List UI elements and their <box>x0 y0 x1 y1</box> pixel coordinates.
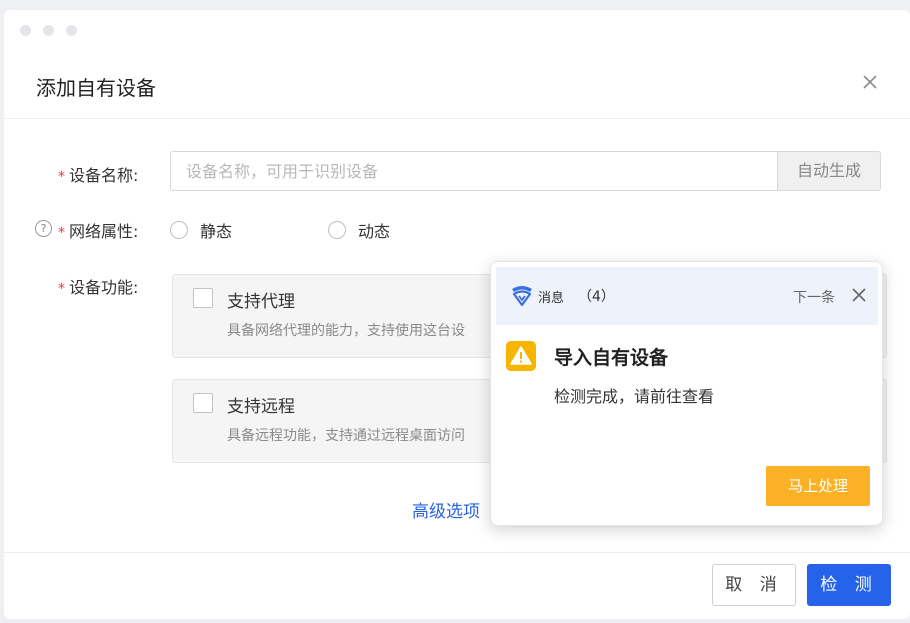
next-notification-link[interactable]: 下一条 <box>793 287 835 307</box>
proxy-checkbox[interactable] <box>193 288 213 308</box>
window-dot-close[interactable] <box>20 25 31 36</box>
app-logo-icon <box>512 286 532 306</box>
notification-title: 导入自有设备 <box>554 347 669 369</box>
close-icon[interactable] <box>860 72 880 92</box>
feature-desc: 具备远程功能，支持通过远程桌面访问 <box>227 428 465 444</box>
radio-circle[interactable] <box>328 221 346 239</box>
warning-icon <box>506 341 536 371</box>
notification-app-name: 消息 <box>538 291 565 306</box>
radio-dynamic[interactable]: 动态 <box>328 218 390 242</box>
header-divider <box>4 118 910 119</box>
notification-toast: 消息 （4） 下一条 导入自有设备 检测完成，请前往查看 马上处理 <box>490 261 883 526</box>
notification-count: （4） <box>578 289 615 305</box>
required-mark: * <box>58 169 65 185</box>
notification-header: 消息 （4） 下一条 <box>496 267 878 325</box>
close-icon[interactable] <box>851 287 867 303</box>
feature-title: 支持远程 <box>227 397 295 417</box>
required-mark: * <box>58 281 65 297</box>
features-label: * 设备功能: <box>58 278 139 297</box>
notification-text: 检测完成，请前往查看 <box>554 387 715 406</box>
window-dot-minimize[interactable] <box>43 25 54 36</box>
detect-button[interactable]: 检 测 <box>807 564 891 606</box>
help-icon[interactable]: ? <box>35 220 52 237</box>
network-label: * 网络属性: <box>58 222 139 241</box>
remote-checkbox[interactable] <box>193 393 213 413</box>
required-mark: * <box>58 225 65 241</box>
cancel-button[interactable]: 取 消 <box>712 564 796 606</box>
dialog-title: 添加自有设备 <box>36 76 156 100</box>
window-dot-maximize[interactable] <box>66 25 77 36</box>
device-name-input[interactable] <box>170 151 778 191</box>
window-controls <box>20 25 77 36</box>
auto-generate-button[interactable]: 自动生成 <box>777 151 881 191</box>
device-name-label: * 设备名称: <box>58 166 139 185</box>
feature-desc: 具备网络代理的能力，支持使用这台设 <box>227 323 465 339</box>
footer-divider <box>4 552 910 553</box>
handle-now-button[interactable]: 马上处理 <box>766 466 870 506</box>
feature-title: 支持代理 <box>227 292 295 312</box>
radio-circle[interactable] <box>170 221 188 239</box>
advanced-options-link[interactable]: 高级选项 <box>412 497 480 522</box>
radio-static[interactable]: 静态 <box>170 218 232 242</box>
